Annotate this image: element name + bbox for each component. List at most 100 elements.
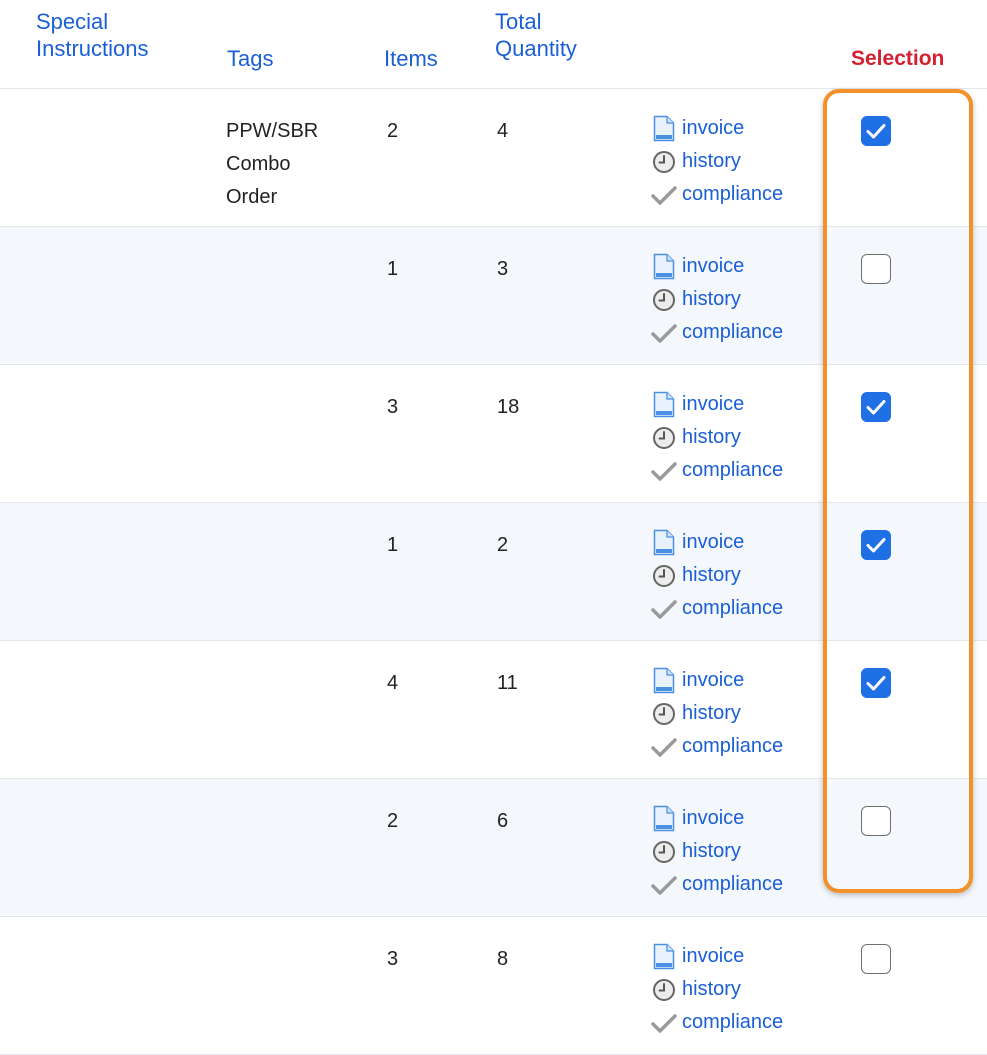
invoice-link[interactable]: invoice xyxy=(651,526,831,559)
items-cell: 3 xyxy=(387,948,399,970)
column-header-tags[interactable]: Tags xyxy=(227,45,273,72)
history-link-label: history xyxy=(682,288,741,310)
document-icon xyxy=(651,115,677,143)
compliance-link-label: compliance xyxy=(682,1011,784,1033)
history-link[interactable]: history xyxy=(651,421,831,454)
history-link[interactable]: history xyxy=(651,697,831,730)
items-cell: 2 xyxy=(387,120,399,142)
row-actions: invoice history compliance xyxy=(651,526,831,625)
row-actions: invoice history compliance xyxy=(651,664,831,763)
compliance-link-label: compliance xyxy=(682,735,784,757)
selection-checkbox[interactable] xyxy=(861,116,891,146)
compliance-link[interactable]: compliance xyxy=(651,454,831,487)
clock-icon xyxy=(651,148,677,176)
checkmark-icon xyxy=(651,319,677,347)
selection-checkbox[interactable] xyxy=(861,668,891,698)
compliance-link[interactable]: compliance xyxy=(651,1006,831,1039)
invoice-link-label: invoice xyxy=(682,669,745,691)
total-quantity-cell: 4 xyxy=(497,120,509,142)
items-cell: 1 xyxy=(387,534,399,556)
invoice-link[interactable]: invoice xyxy=(651,250,831,283)
table-row: 1 2 invoice history compliance xyxy=(0,503,987,641)
compliance-link[interactable]: compliance xyxy=(651,730,831,763)
document-icon xyxy=(651,391,677,419)
invoice-link-label: invoice xyxy=(682,945,745,967)
row-actions: invoice history compliance xyxy=(651,112,831,211)
invoice-link[interactable]: invoice xyxy=(651,802,831,835)
history-link-label: history xyxy=(682,702,741,724)
history-link[interactable]: history xyxy=(651,973,831,1006)
selection-checkbox[interactable] xyxy=(861,530,891,560)
history-link[interactable]: history xyxy=(651,835,831,868)
clock-icon xyxy=(651,562,677,590)
compliance-link[interactable]: compliance xyxy=(651,178,831,211)
checkmark-icon xyxy=(866,124,886,139)
total-quantity-cell: 18 xyxy=(497,396,520,418)
column-header-special-instructions[interactable]: Special Instructions xyxy=(36,8,149,62)
invoice-link[interactable]: invoice xyxy=(651,664,831,697)
table-row: 3 18 invoice history compliance xyxy=(0,365,987,503)
items-cell: 2 xyxy=(387,810,399,832)
history-link-label: history xyxy=(682,150,741,172)
column-header-special-instructions-line2: Instructions xyxy=(36,36,149,61)
checkmark-icon xyxy=(866,676,886,691)
invoice-link-label: invoice xyxy=(682,255,745,277)
compliance-link-label: compliance xyxy=(682,459,784,481)
history-link[interactable]: history xyxy=(651,559,831,592)
table-row: 1 3 invoice history compliance xyxy=(0,227,987,365)
compliance-link-label: compliance xyxy=(682,321,784,343)
compliance-link-label: compliance xyxy=(682,597,784,619)
document-icon xyxy=(651,253,677,281)
column-header-items[interactable]: Items xyxy=(384,45,438,72)
compliance-link-label: compliance xyxy=(682,873,784,895)
clock-icon xyxy=(651,424,677,452)
compliance-link[interactable]: compliance xyxy=(651,868,831,901)
compliance-link-label: compliance xyxy=(682,183,784,205)
table-row: PPW/SBR Combo Order 2 4 invoice history … xyxy=(0,89,987,227)
history-link-label: history xyxy=(682,426,741,448)
row-actions: invoice history compliance xyxy=(651,940,831,1039)
total-quantity-cell: 11 xyxy=(497,672,518,694)
items-cell: 3 xyxy=(387,396,399,418)
selection-checkbox[interactable] xyxy=(861,806,891,836)
document-icon xyxy=(651,529,677,557)
document-icon xyxy=(651,667,677,695)
document-icon xyxy=(651,943,677,971)
invoice-link[interactable]: invoice xyxy=(651,112,831,145)
selection-checkbox[interactable] xyxy=(861,944,891,974)
checkmark-icon xyxy=(651,1009,677,1037)
history-link-label: history xyxy=(682,564,741,586)
table-row: 2 6 invoice history compliance xyxy=(0,779,987,917)
tags-line: Order xyxy=(226,186,278,208)
invoice-link-label: invoice xyxy=(682,807,745,829)
table-row: 4 11 invoice history compliance xyxy=(0,641,987,779)
compliance-link[interactable]: compliance xyxy=(651,316,831,349)
compliance-link[interactable]: compliance xyxy=(651,592,831,625)
history-link[interactable]: history xyxy=(651,145,831,178)
column-header-total-quantity[interactable]: Total Quantity xyxy=(495,8,577,62)
items-cell: 4 xyxy=(387,672,399,694)
row-actions: invoice history compliance xyxy=(651,388,831,487)
invoice-link[interactable]: invoice xyxy=(651,388,831,421)
tags-line: PPW/SBR xyxy=(226,120,319,142)
column-header-total-quantity-line2: Quantity xyxy=(495,36,577,61)
total-quantity-cell: 8 xyxy=(497,948,509,970)
invoice-link-label: invoice xyxy=(682,117,745,139)
document-icon xyxy=(651,805,677,833)
tags-cell: PPW/SBR Combo Order xyxy=(226,115,336,214)
items-cell: 1 xyxy=(387,258,399,280)
row-actions: invoice history compliance xyxy=(651,250,831,349)
total-quantity-cell: 3 xyxy=(497,258,509,280)
invoice-link-label: invoice xyxy=(682,531,745,553)
history-link-label: history xyxy=(682,840,741,862)
selection-checkbox[interactable] xyxy=(861,254,891,284)
history-link-label: history xyxy=(682,978,741,1000)
total-quantity-cell: 6 xyxy=(497,810,509,832)
checkmark-icon xyxy=(651,181,677,209)
invoice-link[interactable]: invoice xyxy=(651,940,831,973)
history-link[interactable]: history xyxy=(651,283,831,316)
clock-icon xyxy=(651,286,677,314)
selection-checkbox[interactable] xyxy=(861,392,891,422)
table-row: 3 8 invoice history compliance xyxy=(0,917,987,1055)
checkmark-icon xyxy=(651,871,677,899)
